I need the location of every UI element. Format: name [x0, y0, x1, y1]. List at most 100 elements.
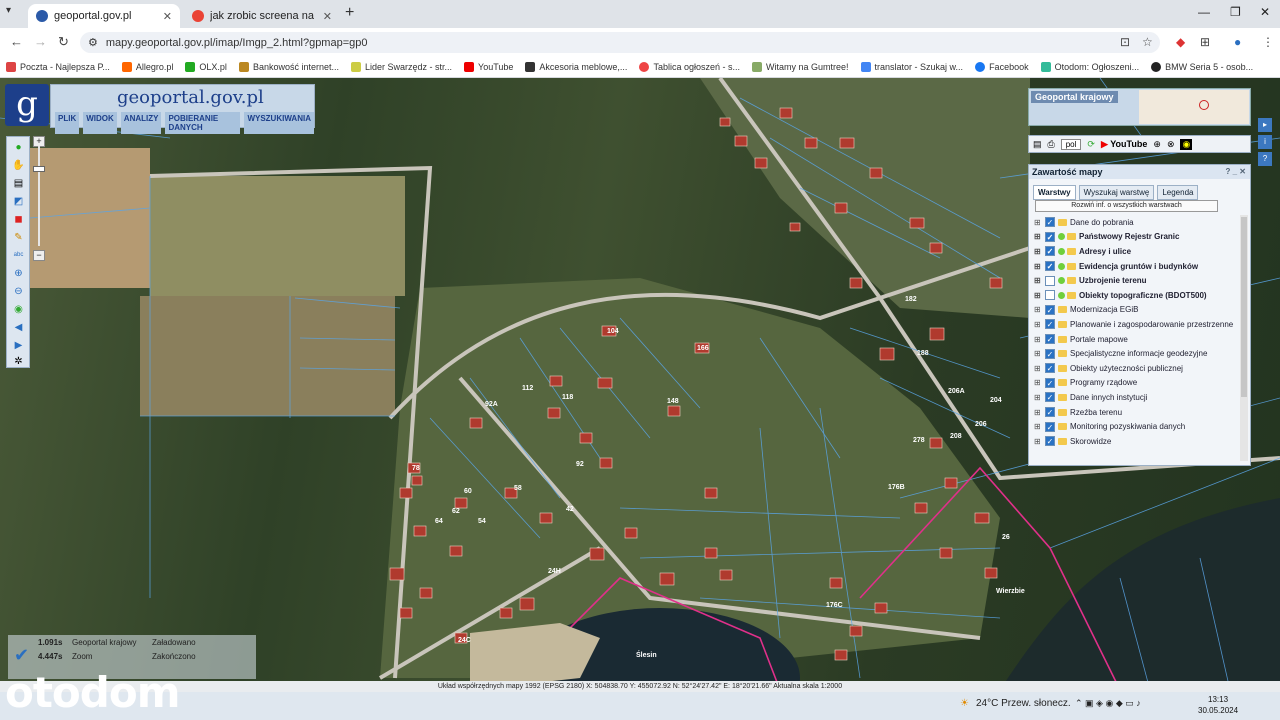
zoom-thumb[interactable]: [33, 166, 45, 172]
layer-checkbox[interactable]: ✓: [1045, 319, 1055, 330]
layer-checkbox[interactable]: ✓: [1045, 261, 1055, 272]
next-view-icon[interactable]: ▶: [11, 339, 26, 352]
weather-icon[interactable]: ☀: [960, 698, 969, 709]
language-select[interactable]: pol: [1060, 138, 1082, 150]
layer-row[interactable]: ⊞ ✓ Programy rządowe: [1034, 376, 1239, 391]
layer-row[interactable]: ⊞ ✓ Dane do pobrania: [1034, 215, 1239, 230]
expand-icon[interactable]: ⊞: [1034, 393, 1042, 402]
weather-text[interactable]: 24°C Przew. słonecz.: [976, 698, 1071, 709]
close-tab-icon[interactable]: ✕: [323, 10, 332, 23]
close-window-icon[interactable]: ✕: [1260, 5, 1270, 19]
tab-legenda[interactable]: Legenda: [1157, 185, 1199, 200]
back-icon[interactable]: ←: [10, 34, 23, 49]
layer-row[interactable]: ⊞ ✓ Państwowy Rejestr Granic: [1034, 230, 1239, 245]
new-tab-icon[interactable]: +: [345, 4, 354, 22]
close-tab-icon[interactable]: ✕: [163, 10, 172, 23]
layer-checkbox[interactable]: ✓: [1045, 377, 1055, 388]
zoom-out-icon[interactable]: ⊖: [11, 285, 26, 298]
forward-icon[interactable]: →: [34, 34, 47, 49]
layer-checkbox[interactable]: ✓: [1045, 231, 1055, 242]
bookmark-item[interactable]: Allegro.pl: [121, 61, 173, 72]
restore-icon[interactable]: ❐: [1230, 5, 1241, 19]
tab-geoportal[interactable]: geoportal.gov.pl ✕: [28, 4, 180, 28]
layer-row[interactable]: ⊞ ✓ Ewidencja gruntów i budynków: [1034, 259, 1239, 274]
select-icon[interactable]: ◩: [11, 195, 26, 208]
url-input[interactable]: ⚙ mapy.geoportal.gov.pl/imap/Imgp_2.html…: [80, 32, 1160, 53]
clear-icon[interactable]: ◼: [11, 213, 26, 226]
zoom-slider[interactable]: + −: [33, 136, 45, 262]
expand-icon[interactable]: ⊞: [1034, 276, 1042, 285]
info-icon[interactable]: i: [1258, 135, 1272, 149]
site-info-icon[interactable]: ⚙: [88, 36, 98, 49]
measure-icon[interactable]: abc: [11, 249, 26, 262]
expand-icon[interactable]: ⊞: [1034, 378, 1042, 387]
layer-checkbox[interactable]: ✓: [1045, 421, 1055, 432]
tab-google-search[interactable]: jak zrobic screena na pc - Szuka ✕: [184, 4, 340, 28]
expand-icon[interactable]: ⊞: [1034, 422, 1042, 431]
bookmark-star-icon[interactable]: ☆: [1142, 35, 1153, 49]
bookmark-item[interactable]: Lider Swarzędz - str...: [350, 61, 452, 72]
expand-icon[interactable]: ⊞: [1034, 262, 1042, 271]
system-clock[interactable]: 13:13 30.05.2024: [1198, 694, 1238, 716]
pan-icon[interactable]: ✋: [11, 159, 26, 172]
overview-map[interactable]: Geoportal krajowy: [1028, 88, 1251, 126]
expand-icon[interactable]: ⊞: [1034, 320, 1042, 329]
bookmark-item[interactable]: YouTube: [464, 61, 513, 72]
bookmark-item[interactable]: BMW Seria 5 - osob...: [1151, 61, 1253, 72]
zoom-in-icon[interactable]: ⊕: [11, 267, 26, 280]
map-canvas[interactable]: 104 166 112 92A 118 148 92 78 60 64 62 5…: [0, 78, 1280, 690]
layer-checkbox[interactable]: ✓: [1045, 363, 1055, 374]
reload-icon[interactable]: ↻: [58, 34, 69, 50]
expand-icon[interactable]: ⊞: [1034, 291, 1042, 300]
refresh-icon[interactable]: ⟳: [1087, 139, 1095, 150]
zoom-minus-icon[interactable]: −: [33, 250, 45, 261]
zoom-track[interactable]: [38, 146, 40, 246]
layer-row[interactable]: ⊞ ✓ Monitoring pozyskiwania danych: [1034, 419, 1239, 434]
panel-window-controls-icon[interactable]: ? _ ✕: [1226, 167, 1246, 176]
help-icon[interactable]: ?: [1258, 152, 1272, 166]
list-icon[interactable]: ▤: [1033, 139, 1042, 150]
tab-warstwy[interactable]: Warstwy: [1033, 185, 1076, 200]
expand-icon[interactable]: ⊞: [1034, 364, 1042, 373]
layer-checkbox[interactable]: ✓: [1045, 407, 1055, 418]
layer-row[interactable]: ⊞ ✓ Planowanie i zagospodarowanie przestrz…: [1034, 317, 1239, 332]
menu-pobieranie[interactable]: POBIERANIE DANYCH: [165, 112, 241, 134]
tab-search-icon[interactable]: ▾: [6, 5, 11, 16]
layer-row[interactable]: ⊞ ✓ Modernizacja EGiB: [1034, 303, 1239, 318]
bookmark-item[interactable]: Facebook: [975, 61, 1029, 72]
layer-checkbox[interactable]: ✓: [1045, 392, 1055, 403]
layer-row[interactable]: ⊞ ✓ Dane innych instytucji: [1034, 390, 1239, 405]
expand-icon[interactable]: ⊞: [1034, 335, 1042, 344]
layer-row[interactable]: ⊞ ✓ Adresy i ulice: [1034, 244, 1239, 259]
bookmark-item[interactable]: Akcesoria meblowe,...: [525, 61, 627, 72]
layer-row[interactable]: ⊞ ✓ Specjalistyczne informacje geodezyjne: [1034, 346, 1239, 361]
menu-wyszukiwania[interactable]: WYSZUKIWANIA: [244, 112, 314, 134]
profile-icon[interactable]: ●: [1234, 35, 1241, 49]
bookmark-item[interactable]: Bankowość internet...: [238, 61, 339, 72]
expand-icon[interactable]: ⊞: [1034, 247, 1042, 256]
bookmark-item[interactable]: Witamy na Gumtree!: [751, 61, 849, 72]
layer-row[interactable]: ⊞ Uzbrojenie terenu: [1034, 273, 1239, 288]
overview-thumbnail[interactable]: [1139, 90, 1249, 124]
tab-wyszukaj[interactable]: Wyszukaj warstwę: [1078, 185, 1155, 200]
expand-icon[interactable]: ⊞: [1034, 408, 1042, 417]
web-icon[interactable]: ⊗: [1167, 139, 1175, 150]
youtube-link[interactable]: ▶ YouTube: [1101, 139, 1147, 150]
expand-icon[interactable]: ⊞: [1034, 437, 1042, 446]
shield-icon[interactable]: ◆: [1176, 35, 1185, 49]
tray-icons[interactable]: ⌃ ▣ ◈ ◉ ◆ ▭ ♪: [1075, 698, 1141, 709]
bookmark-item[interactable]: Tablica ogłoszeń - s...: [639, 61, 740, 72]
layer-checkbox[interactable]: [1045, 290, 1055, 301]
layer-checkbox[interactable]: ✓: [1045, 304, 1055, 315]
menu-icon[interactable]: ⋮: [1262, 35, 1274, 49]
scrollbar-thumb[interactable]: [1241, 217, 1247, 397]
menu-plik[interactable]: PLIK: [55, 112, 80, 134]
layer-row[interactable]: ⊞ ✓ Portale mapowe: [1034, 332, 1239, 347]
minimize-icon[interactable]: —: [1198, 5, 1210, 19]
layer-checkbox[interactable]: ✓: [1045, 334, 1055, 345]
expand-all-button[interactable]: Rozwiń inf. o wszystkich warstwach: [1035, 200, 1218, 212]
expand-icon[interactable]: ▸: [1258, 118, 1272, 132]
layers-icon[interactable]: ▤: [11, 177, 26, 190]
bookmark-item[interactable]: OLX.pl: [185, 61, 227, 72]
previous-view-icon[interactable]: ◀: [11, 321, 26, 334]
